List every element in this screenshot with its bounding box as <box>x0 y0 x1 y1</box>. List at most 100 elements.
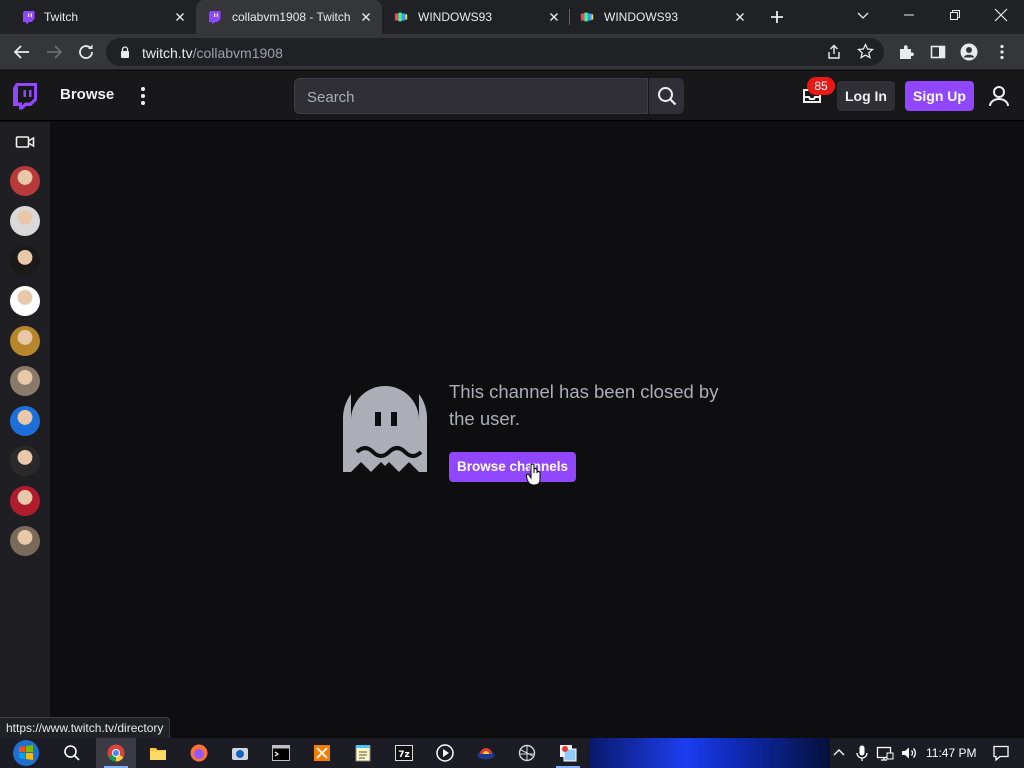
speaker-icon[interactable] <box>900 744 918 762</box>
taskbar-wallpaper-strip <box>590 738 830 768</box>
close-icon <box>994 8 1008 22</box>
globe-app-icon <box>518 744 536 762</box>
side-panel-button[interactable] <box>927 41 949 63</box>
tab-title: WINDOWS93 <box>604 10 679 24</box>
chrome-menu-button[interactable] <box>991 41 1013 63</box>
bookmark-star-icon[interactable] <box>857 43 874 60</box>
microphone-icon[interactable] <box>853 744 871 762</box>
taskbar-7zip[interactable]: 7z <box>384 738 424 768</box>
taskbar-app-globe[interactable] <box>507 738 547 768</box>
avatar[interactable] <box>10 366 40 396</box>
address-bar[interactable]: twitch.tv/collabvm1908 <box>106 38 884 66</box>
tab-search-button[interactable] <box>840 0 886 30</box>
close-window-button[interactable] <box>978 0 1024 30</box>
start-button[interactable] <box>6 738 46 768</box>
taskbar-app-camera[interactable] <box>220 738 260 768</box>
avatar[interactable] <box>10 486 40 516</box>
windows-start-icon <box>13 740 39 766</box>
signup-button[interactable]: Sign Up <box>905 81 974 111</box>
restore-icon <box>950 10 960 20</box>
forward-arrow-icon <box>47 45 63 59</box>
search-placeholder: Search <box>307 89 355 106</box>
tab-collabvm1908[interactable]: collabvm1908 - Twitch <box>196 0 382 34</box>
taskbar-file-explorer[interactable] <box>138 738 178 768</box>
taskbar-search-button[interactable] <box>52 738 92 768</box>
forward-button[interactable] <box>43 41 65 63</box>
taskbar-clock[interactable]: 11:47 PM <box>926 746 976 760</box>
url-path: /collabvm1908 <box>192 45 283 61</box>
taskbar-firefox[interactable] <box>179 738 219 768</box>
firefox-icon <box>190 744 208 762</box>
7zip-icon: 7z <box>395 745 413 761</box>
avatar[interactable] <box>10 246 40 276</box>
main-content: This channel has been closed by the user… <box>50 122 1024 738</box>
user-menu-icon[interactable] <box>988 84 1010 108</box>
minimize-button[interactable] <box>886 0 932 30</box>
avatar[interactable] <box>10 206 40 236</box>
twitch-favicon-icon <box>23 11 35 24</box>
windows93-favicon-icon <box>394 12 408 22</box>
search-button[interactable] <box>649 78 684 114</box>
avatar[interactable] <box>10 286 40 316</box>
search-icon <box>657 87 676 106</box>
tab-windows93-2[interactable]: WINDOWS93 <box>580 0 752 34</box>
lock-icon[interactable] <box>120 46 130 58</box>
avatar[interactable] <box>10 326 40 356</box>
search-input[interactable]: Search <box>294 78 648 114</box>
avatar[interactable] <box>10 446 40 476</box>
taskbar-app-orange[interactable] <box>302 738 342 768</box>
close-tab-icon[interactable] <box>358 9 374 25</box>
reload-button[interactable] <box>75 41 97 63</box>
avatar[interactable] <box>10 526 40 556</box>
link-status-bubble: https://www.twitch.tv/directory <box>0 717 171 738</box>
taskbar-notepad[interactable] <box>343 738 383 768</box>
ghost-icon <box>343 386 427 472</box>
reload-icon <box>79 44 93 59</box>
close-tab-icon[interactable] <box>732 9 748 25</box>
close-tab-icon[interactable] <box>172 9 188 25</box>
chevron-up-icon[interactable] <box>830 744 848 762</box>
new-tab-icon[interactable] <box>768 8 786 26</box>
avatar[interactable] <box>10 166 40 196</box>
archive-app-icon <box>314 745 330 761</box>
svg-text:7z: 7z <box>398 750 410 760</box>
close-tab-icon[interactable] <box>546 9 562 25</box>
restore-button[interactable] <box>932 0 978 30</box>
twitch-logo-icon[interactable] <box>12 82 38 110</box>
windows-taskbar: 7z 11:47 PM <box>0 738 1024 768</box>
taskbar-app-window[interactable] <box>548 738 588 768</box>
share-icon[interactable] <box>826 44 842 60</box>
back-arrow-icon <box>13 45 29 59</box>
tab-title: WINDOWS93 <box>418 10 493 24</box>
search-icon <box>64 745 80 761</box>
side-panel-icon <box>930 45 946 59</box>
chevron-down-icon <box>857 12 869 19</box>
minimize-icon <box>904 14 914 16</box>
followed-channels-sidebar <box>0 122 50 738</box>
browse-channels-button[interactable]: Browse channels <box>449 452 576 482</box>
twitch-favicon-icon <box>209 11 221 24</box>
url-host: twitch.tv <box>142 45 193 61</box>
more-options-icon[interactable] <box>133 85 153 107</box>
video-camera-icon[interactable] <box>15 134 35 150</box>
taskbar-app-disc[interactable] <box>466 738 506 768</box>
tab-title: Twitch <box>44 10 79 24</box>
taskbar-chrome[interactable] <box>96 738 136 768</box>
extensions-button[interactable] <box>895 41 917 63</box>
taskbar-command-prompt[interactable] <box>261 738 301 768</box>
profile-button[interactable] <box>958 41 980 63</box>
login-button[interactable]: Log In <box>837 81 895 111</box>
tab-title: collabvm1908 - Twitch <box>232 10 351 24</box>
tab-windows93-1[interactable]: WINDOWS93 <box>394 0 566 34</box>
avatar[interactable] <box>10 406 40 436</box>
notifications-icon[interactable] <box>992 744 1010 762</box>
tab-twitch[interactable]: Twitch <box>22 0 192 34</box>
twitch-top-nav: Browse Search 85 Log In Sign Up <box>0 71 1024 121</box>
browse-link[interactable]: Browse <box>60 86 114 103</box>
back-button[interactable] <box>11 41 33 63</box>
screen: Twitch collabvm1908 - Twitch WINDOWS93 W… <box>0 0 1024 768</box>
taskbar-media-player[interactable] <box>425 738 465 768</box>
chrome-icon <box>107 744 125 762</box>
network-icon[interactable] <box>876 744 894 762</box>
terminal-icon <box>272 745 290 761</box>
